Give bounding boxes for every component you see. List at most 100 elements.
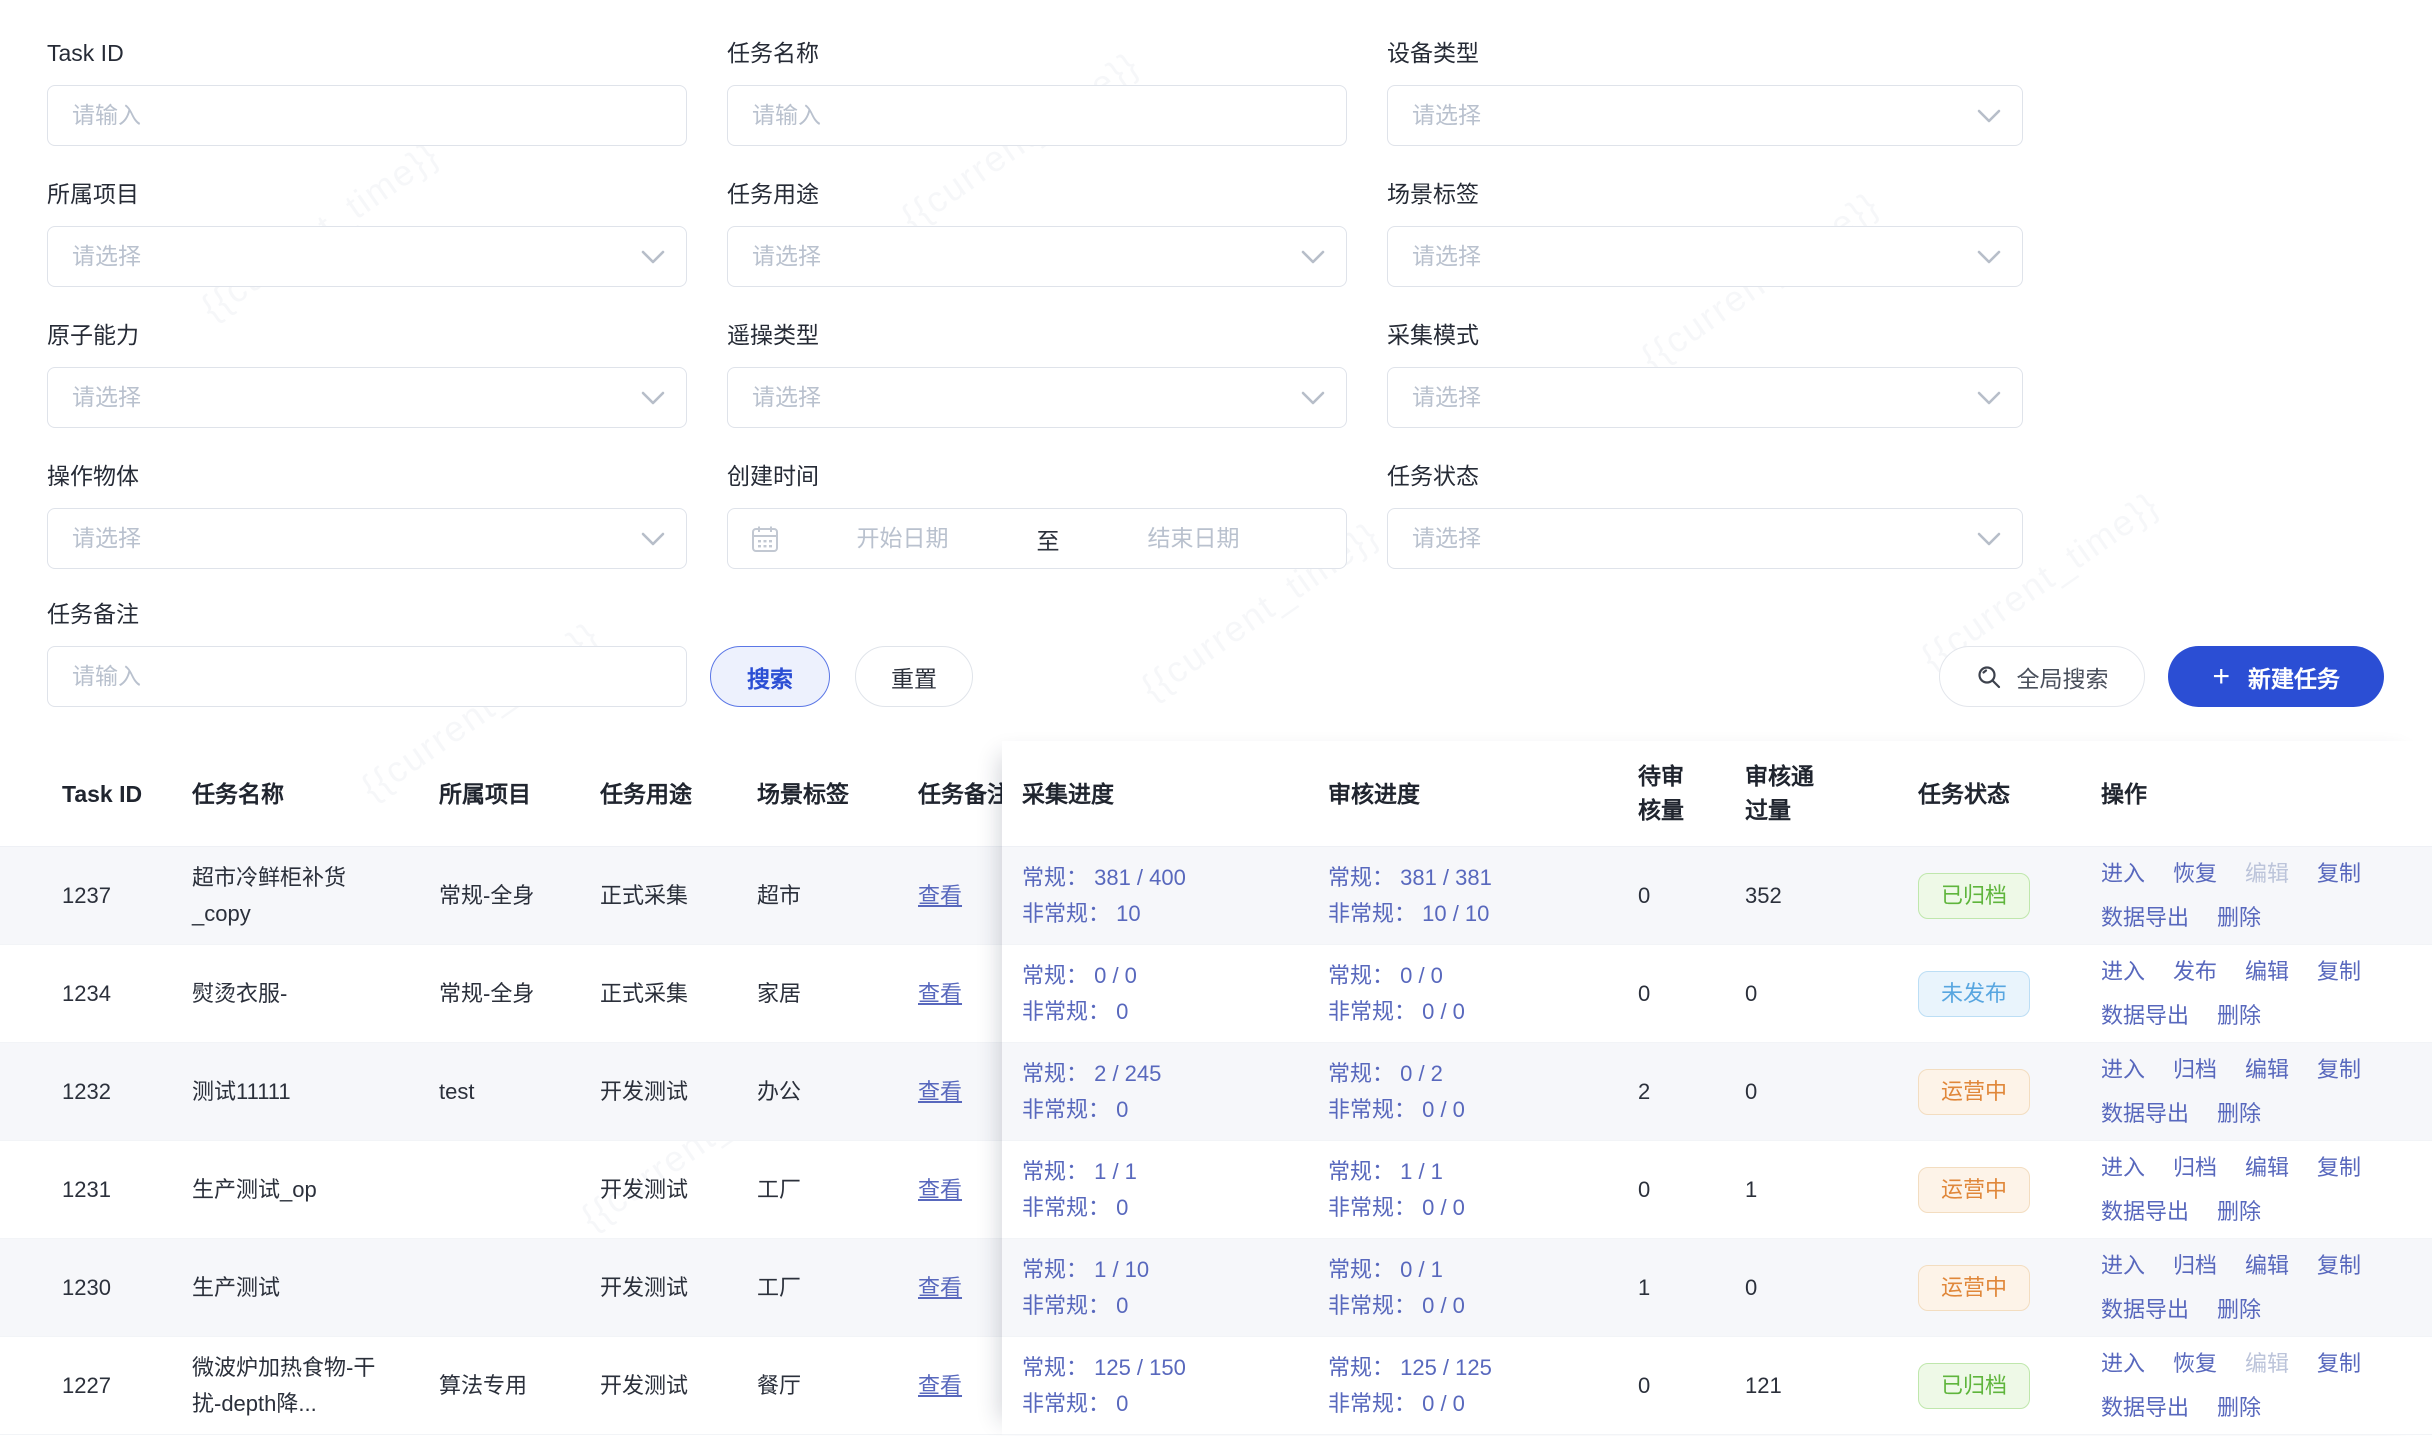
- table-row-fixed: 常规： 0 / 0 非常规： 0 常规： 0 / 0 非常规： 0 / 0 0 …: [1002, 945, 2432, 1043]
- op-link[interactable]: 数据导出: [2101, 1197, 2189, 1227]
- filter-field: 创建时间: [727, 465, 1347, 569]
- filter-input[interactable]: [47, 226, 687, 287]
- op-link[interactable]: 编辑: [2245, 1349, 2289, 1379]
- op-link[interactable]: 归档: [2173, 1251, 2217, 1281]
- op-link[interactable]: 数据导出: [2101, 1099, 2189, 1129]
- review-progress-cell: 常规： 1 / 1 非常规： 0 / 0: [1308, 1154, 1618, 1226]
- op-link[interactable]: 数据导出: [2101, 903, 2189, 933]
- filter-label: Task ID: [47, 42, 687, 65]
- op-link[interactable]: 复制: [2317, 859, 2361, 889]
- new-task-label: 新建任务: [2248, 660, 2340, 694]
- filter-actions-row: 任务备注 搜索 重置 全局搜索 + 新建任务: [47, 603, 2432, 707]
- status-cell: 运营中: [1898, 1265, 2081, 1311]
- op-link[interactable]: 发布: [2173, 957, 2217, 987]
- reset-button[interactable]: 重置: [855, 646, 973, 707]
- task-name-cell: 微波炉加热食物-干扰-depth降...: [192, 1350, 439, 1422]
- op-link[interactable]: 删除: [2217, 1393, 2261, 1423]
- end-date-input[interactable]: [1071, 525, 1316, 552]
- search-button[interactable]: 搜索: [710, 646, 830, 707]
- purpose-cell: 正式采集: [600, 976, 757, 1012]
- filter-field: 任务用途: [727, 183, 1347, 287]
- search-icon: [1976, 664, 2002, 690]
- view-remark-link[interactable]: 查看: [918, 1373, 962, 1398]
- collect-normal: 常规： 1 / 10: [1022, 1252, 1308, 1288]
- header-operations: 操作: [2081, 776, 2432, 812]
- calendar-icon: [750, 524, 780, 554]
- op-link[interactable]: 复制: [2317, 1251, 2361, 1281]
- filter-input[interactable]: [47, 508, 687, 569]
- op-link[interactable]: 恢复: [2173, 1349, 2217, 1379]
- op-link[interactable]: 编辑: [2245, 1153, 2289, 1183]
- filter-input[interactable]: [1387, 367, 2023, 428]
- collect-abnormal: 非常规： 0: [1022, 1386, 1308, 1422]
- op-link[interactable]: 删除: [2217, 1197, 2261, 1227]
- op-link[interactable]: 删除: [2217, 1001, 2261, 1031]
- review-progress-cell: 常规： 0 / 1 非常规： 0 / 0: [1308, 1252, 1618, 1324]
- status-badge: 未发布: [1918, 971, 2030, 1017]
- task-id-cell: 1237: [62, 878, 192, 914]
- review-normal: 常规： 1 / 1: [1328, 1154, 1618, 1190]
- op-link[interactable]: 数据导出: [2101, 1393, 2189, 1423]
- global-search-button[interactable]: 全局搜索: [1939, 646, 2145, 707]
- scene-cell: 家居: [757, 976, 918, 1012]
- filter-control: [1387, 226, 2023, 287]
- op-link[interactable]: 复制: [2317, 1349, 2361, 1379]
- date-range-picker[interactable]: 至: [727, 508, 1347, 569]
- op-link[interactable]: 编辑: [2245, 1251, 2289, 1281]
- op-link[interactable]: 进入: [2101, 859, 2145, 889]
- filter-input[interactable]: [1387, 226, 2023, 287]
- filter-input[interactable]: [727, 367, 1347, 428]
- status-badge: 运营中: [1918, 1167, 2030, 1213]
- op-link[interactable]: 进入: [2101, 957, 2145, 987]
- filter-input[interactable]: [727, 85, 1347, 146]
- operations-cell: 进入 归档 编辑 复制 数据导出 删除: [2081, 1251, 2432, 1325]
- op-link[interactable]: 恢复: [2173, 859, 2217, 889]
- op-link[interactable]: 进入: [2101, 1349, 2145, 1379]
- op-link[interactable]: 归档: [2173, 1153, 2217, 1183]
- view-remark-link[interactable]: 查看: [918, 883, 962, 908]
- op-link[interactable]: 删除: [2217, 903, 2261, 933]
- task-id-cell: 1234: [62, 976, 192, 1012]
- op-link[interactable]: 数据导出: [2101, 1001, 2189, 1031]
- op-link[interactable]: 数据导出: [2101, 1295, 2189, 1325]
- op-link[interactable]: 进入: [2101, 1153, 2145, 1183]
- op-link[interactable]: 编辑: [2245, 859, 2289, 889]
- global-search-label: 全局搜索: [2016, 660, 2108, 694]
- filter-label: 原子能力: [47, 324, 687, 347]
- operation-links: 进入 发布 编辑 复制 数据导出 删除: [2101, 957, 2408, 1031]
- view-remark-link[interactable]: 查看: [918, 1079, 962, 1104]
- op-link[interactable]: 复制: [2317, 1153, 2361, 1183]
- remark-input[interactable]: [47, 646, 687, 707]
- op-link[interactable]: 编辑: [2245, 1055, 2289, 1085]
- operations-cell: 进入 恢复 编辑 复制 数据导出 删除: [2081, 1349, 2432, 1423]
- task-name-cell: 生产测试: [192, 1270, 439, 1306]
- op-link[interactable]: 编辑: [2245, 957, 2289, 987]
- filter-input[interactable]: [1387, 508, 2023, 569]
- op-link[interactable]: 复制: [2317, 1055, 2361, 1085]
- filter-control: [1387, 85, 2023, 146]
- pending-count-cell: 1: [1618, 1270, 1725, 1306]
- op-link[interactable]: 删除: [2217, 1295, 2261, 1325]
- op-link[interactable]: 删除: [2217, 1099, 2261, 1129]
- header-approved-count: 审核通过量: [1725, 759, 1898, 828]
- filter-input[interactable]: [47, 85, 687, 146]
- view-remark-link[interactable]: 查看: [918, 1275, 962, 1300]
- new-task-button[interactable]: + 新建任务: [2168, 646, 2384, 707]
- op-link[interactable]: 进入: [2101, 1251, 2145, 1281]
- date-range-separator: 至: [1025, 522, 1071, 556]
- task-management-page: {{current_time}} {{current_time}} {{curr…: [0, 0, 2432, 1436]
- filter-control: 至: [727, 508, 1347, 569]
- filter-input[interactable]: [47, 367, 687, 428]
- review-abnormal: 非常规： 10 / 10: [1328, 896, 1618, 932]
- view-remark-link[interactable]: 查看: [918, 981, 962, 1006]
- table-body-fixed: 常规： 381 / 400 非常规： 10 常规： 381 / 381 非常规：…: [1002, 847, 2432, 1435]
- view-remark-link[interactable]: 查看: [918, 1177, 962, 1202]
- filter-input[interactable]: [727, 226, 1347, 287]
- filter-input[interactable]: [1387, 85, 2023, 146]
- start-date-input[interactable]: [780, 525, 1025, 552]
- op-link[interactable]: 归档: [2173, 1055, 2217, 1085]
- task-name-cell: 测试11111: [192, 1074, 439, 1110]
- task-id-cell: 1232: [62, 1074, 192, 1110]
- op-link[interactable]: 复制: [2317, 957, 2361, 987]
- op-link[interactable]: 进入: [2101, 1055, 2145, 1085]
